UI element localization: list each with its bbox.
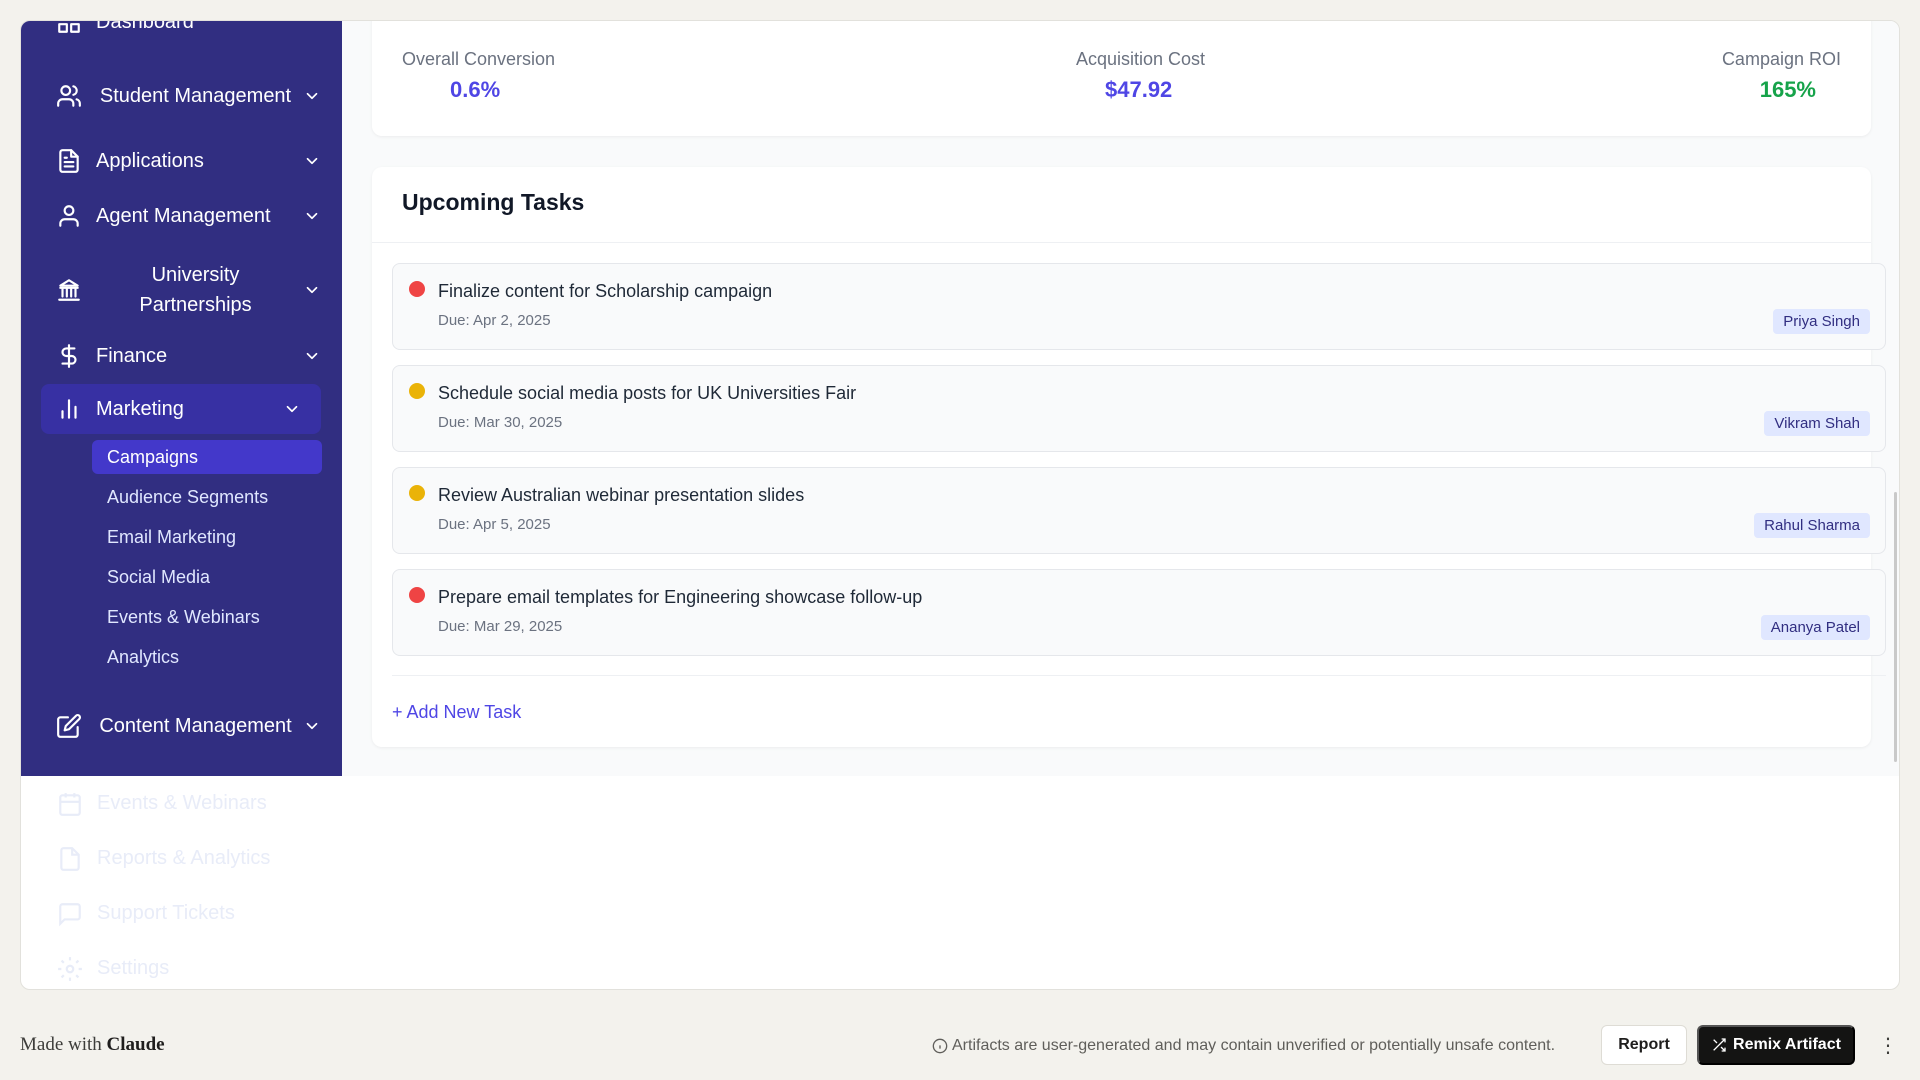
overall-conversion-value: 0.6% [450,77,501,102]
priority-medium-indicator [409,485,425,501]
sidebar-item-reports-analytics[interactable]: Reports & Analytics [21,831,342,886]
task-due-date: Due: Apr 2, 2025 [438,312,551,329]
task-item[interactable]: Finalize content for Scholarship campaig… [392,263,1886,350]
assignee-badge: Rahul Sharma [1754,513,1870,538]
sidebar-item-finance[interactable]: Finance [41,341,341,371]
task-due-date: Due: Mar 29, 2025 [438,618,563,635]
gear-icon [58,956,82,981]
submenu-item-audience-segments[interactable]: Audience Segments [92,480,322,514]
sidebar-item-label: Student Management [99,85,292,107]
acquisition-cost-label: Acquisition Cost [1076,49,1206,69]
edit-icon [56,713,82,739]
task-due-date: Due: Mar 30, 2025 [438,414,563,431]
made-with-prefix: Made with [20,1034,102,1055]
priority-medium-indicator [409,383,425,399]
task-item[interactable]: Prepare email templates for Engineering … [392,569,1886,656]
sidebar-item-label: Support Tickets [97,902,235,924]
sidebar-item-agent-management[interactable]: Agent Management [41,201,341,231]
chevron-down-icon [283,400,301,418]
task-title: Prepare email templates for Engineering … [438,587,923,607]
user-icon [56,203,82,229]
task-title: Schedule social media posts for UK Unive… [438,383,857,403]
chevron-down-icon [303,717,321,735]
sidebar-item-dashboard[interactable]: Dashboard [41,20,341,37]
report-icon [60,846,80,871]
sidebar-item-label: Marketing [96,397,184,420]
chevron-down-icon [303,152,321,170]
disclaimer-text: Artifacts are user-generated and may con… [952,1037,1556,1054]
remix-label: Remix Artifact [1733,1036,1841,1053]
info-icon [932,1038,948,1054]
task-due-date: Due: Apr 5, 2025 [438,516,551,533]
priority-high-indicator [409,281,425,297]
sidebar-item-content-management[interactable]: Content Management [41,691,341,761]
users-icon [56,83,82,109]
sidebar-item-label: Settings [97,957,170,979]
submenu-item-social-media[interactable]: Social Media [92,560,322,594]
submenu-item-campaigns[interactable]: Campaigns [92,440,322,474]
upcoming-tasks-title: Upcoming Tasks [402,189,585,215]
divider [372,242,1871,243]
priority-high-indicator [409,587,425,603]
sidebar-item-label: Dashboard [96,20,194,33]
task-item[interactable]: Review Australian webinar presentation s… [392,467,1886,554]
sidebar-item-label: Finance [96,344,168,367]
main-content: Overall Conversion 0.6% Acquisition Cost… [342,21,1899,776]
metrics-card: Overall Conversion 0.6% Acquisition Cost… [372,21,1871,136]
task-item[interactable]: Schedule social media posts for UK Unive… [392,365,1886,452]
chevron-down-icon [303,281,321,299]
message-icon [59,902,81,926]
more-options-icon[interactable]: ⋮ [1878,1033,1898,1058]
disclaimer: Artifacts are user-generated and may con… [932,1037,1555,1055]
bar-chart-icon [56,396,82,422]
assignee-badge: Ananya Patel [1760,615,1870,640]
made-with-claude[interactable]: Made with Claude [20,1034,165,1056]
sidebar: Dashboard Student Management Application… [21,21,342,776]
assignee-badge: Priya Singh [1773,309,1870,334]
sidebar-item-label: Reports & Analytics [97,847,271,869]
upcoming-tasks-card: Upcoming Tasks Finalize content for Scho… [372,167,1886,747]
overall-conversion-label: Overall Conversion [402,49,556,69]
sidebar-item-label: Events & Webinars [97,792,267,814]
sidebar-item-label: Agent Management [96,204,271,227]
task-title: Finalize content for Scholarship campaig… [438,281,773,301]
chevron-down-icon [303,87,321,105]
divider [392,675,1886,676]
grid-icon [56,21,82,35]
submenu-item-analytics[interactable]: Analytics [92,640,322,674]
submenu-item-email-marketing[interactable]: Email Marketing [92,520,322,554]
calendar-icon [59,792,81,816]
submenu-item-events-webinars[interactable]: Events & Webinars [92,600,322,634]
assignee-badge: Vikram Shah [1764,411,1870,436]
sidebar-item-support-tickets[interactable]: Support Tickets [21,886,342,941]
chevron-down-icon [303,347,321,365]
sidebar-item-university-partnerships[interactable]: University Partnerships [41,255,341,325]
task-title: Review Australian webinar presentation s… [438,485,805,505]
sidebar-overflow-items: Events & Webinars Reports & Analytics Su… [21,776,342,989]
chevron-down-icon [303,207,321,225]
add-new-task-link[interactable]: + Add New Task [392,702,521,723]
acquisition-cost-value: $47.92 [1105,77,1173,102]
sidebar-item-label: Applications [96,149,204,172]
sidebar-item-events-webinars-faded[interactable]: Events & Webinars [21,776,342,831]
sidebar-item-label: Content Management [99,715,292,737]
shuffle-icon [1713,1038,1726,1052]
artifact-frame: Dashboard Student Management Application… [20,20,1900,990]
campaign-roi-label: Campaign ROI [1721,49,1841,69]
sidebar-item-student-management[interactable]: Student Management [41,61,341,131]
file-icon [56,148,82,174]
sidebar-item-applications[interactable]: Applications [41,146,341,176]
scrollbar-thumb[interactable] [1894,492,1897,762]
sidebar-item-marketing[interactable]: Marketing [41,384,321,434]
dollar-icon [56,343,82,369]
campaign-roi-value: 165% [1759,77,1816,102]
artifact-footer: Made with Claude Artifacts are user-gene… [0,1010,1920,1080]
sidebar-item-label: University Partnerships [139,264,252,316]
sidebar-item-settings[interactable]: Settings [21,941,342,989]
university-icon [56,277,82,303]
report-button[interactable]: Report [1601,1025,1687,1065]
remix-artifact-button[interactable]: Remix Artifact [1697,1025,1855,1065]
claude-brand: Claude [106,1034,165,1055]
